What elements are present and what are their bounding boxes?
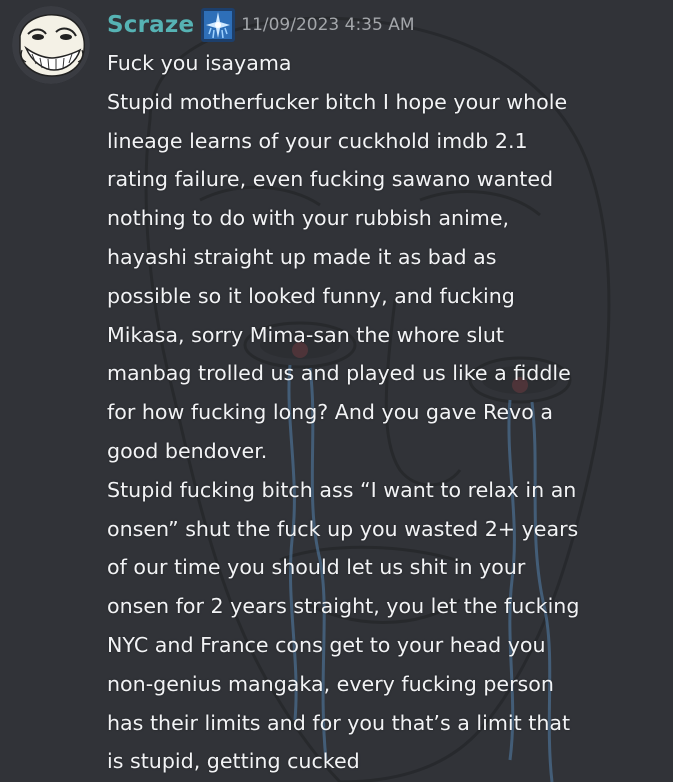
author-username[interactable]: Scraze xyxy=(107,12,194,38)
trollface-avatar-icon xyxy=(12,6,90,84)
message-line: Stupid motherfucker bitch I hope your wh… xyxy=(107,89,568,114)
message-line: is stupid, getting cucked xyxy=(107,749,360,774)
message-line: Mikasa, sorry Mima-san the whore slut xyxy=(107,322,504,347)
message-line: manbag trolled us and played us like a f… xyxy=(107,361,571,386)
message-line: Fuck you isayama xyxy=(107,51,292,75)
discord-chat-view: Scraze 11/09/2023 4:35 AM Fuck you isaya… xyxy=(0,0,673,782)
message-line: of our time you should let us shit in yo… xyxy=(107,555,526,580)
message-line: for how fucking long? And you gave Revo … xyxy=(107,400,554,425)
message-line: hayashi straight up made it as bad as xyxy=(107,244,497,269)
message-line: onsen” shut the fuck up you wasted 2+ ye… xyxy=(107,516,579,541)
user-avatar[interactable] xyxy=(12,6,90,84)
message-line: onsen for 2 years straight, you let the … xyxy=(107,594,580,619)
message-line: has their limits and for you that’s a li… xyxy=(107,710,571,735)
message-header: Scraze 11/09/2023 4:35 AM xyxy=(107,7,415,43)
message-line: Stupid fucking bitch ass “I want to rela… xyxy=(107,477,577,502)
message-content: Fuck you isayama Stupid motherfucker bit… xyxy=(107,44,667,781)
message-line: possible so it looked funny, and fucking xyxy=(107,283,515,308)
message-line: rating failure, even fucking sawano want… xyxy=(107,167,554,192)
message-line: good bendover. xyxy=(107,438,268,463)
message-line: nothing to do with your rubbish anime, xyxy=(107,206,510,231)
message-timestamp: 11/09/2023 4:35 AM xyxy=(241,15,415,35)
message-line: lineage learns of your cuckhold imdb 2.1 xyxy=(107,128,528,153)
blue-sparkle-role-icon[interactable] xyxy=(201,8,236,42)
message-line: NYC and France cons get to your head you xyxy=(107,632,546,657)
message-line: non-genius mangaka, every fucking person xyxy=(107,671,554,696)
